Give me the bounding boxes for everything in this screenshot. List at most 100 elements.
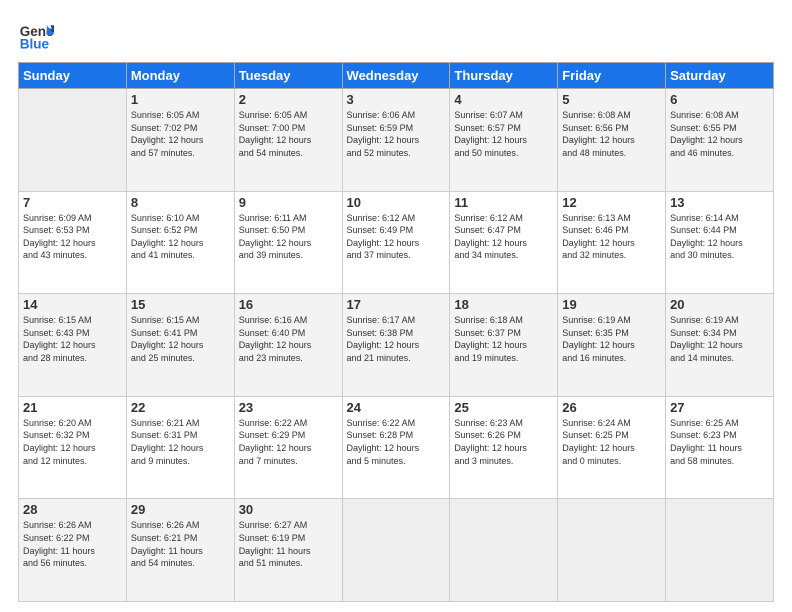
day-cell: 4 Sunrise: 6:07 AMSunset: 6:57 PMDaylight… <box>450 89 558 192</box>
day-cell: 11 Sunrise: 6:12 AMSunset: 6:47 PMDayligh… <box>450 191 558 294</box>
day-cell: 18 Sunrise: 6:18 AMSunset: 6:37 PMDayligh… <box>450 294 558 397</box>
day-number: 20 <box>670 297 769 312</box>
day-cell: 2 Sunrise: 6:05 AMSunset: 7:00 PMDaylight… <box>234 89 342 192</box>
day-cell: 29 Sunrise: 6:26 AMSunset: 6:21 PMDayligh… <box>126 499 234 602</box>
page: General Blue SundayMondayTuesdayWednesda… <box>0 0 792 612</box>
day-number: 27 <box>670 400 769 415</box>
day-number: 30 <box>239 502 338 517</box>
day-cell <box>558 499 666 602</box>
day-number: 18 <box>454 297 553 312</box>
day-header-saturday: Saturday <box>666 63 774 89</box>
day-header-thursday: Thursday <box>450 63 558 89</box>
svg-text:Blue: Blue <box>20 37 50 52</box>
day-cell: 6 Sunrise: 6:08 AMSunset: 6:55 PMDaylight… <box>666 89 774 192</box>
week-row-1: 1 Sunrise: 6:05 AMSunset: 7:02 PMDaylight… <box>19 89 774 192</box>
day-header-wednesday: Wednesday <box>342 63 450 89</box>
day-header-monday: Monday <box>126 63 234 89</box>
day-number: 10 <box>347 195 446 210</box>
day-cell: 3Sunrise: 6:06 AMSunset: 6:59 PMDaylight… <box>342 89 450 192</box>
day-info: Sunrise: 6:05 AMSunset: 7:02 PMDaylight:… <box>131 109 230 159</box>
day-info: Sunrise: 6:08 AMSunset: 6:56 PMDaylight:… <box>562 109 661 159</box>
day-number: 19 <box>562 297 661 312</box>
day-number: 6 <box>670 92 769 107</box>
day-cell: 7Sunrise: 6:09 AMSunset: 6:53 PMDaylight… <box>19 191 127 294</box>
day-info: Sunrise: 6:27 AMSunset: 6:19 PMDaylight:… <box>239 519 338 569</box>
day-info: Sunrise: 6:12 AMSunset: 6:49 PMDaylight:… <box>347 212 446 262</box>
day-info: Sunrise: 6:26 AMSunset: 6:21 PMDaylight:… <box>131 519 230 569</box>
day-cell: 12 Sunrise: 6:13 AMSunset: 6:46 PMDayligh… <box>558 191 666 294</box>
day-number: 2 <box>239 92 338 107</box>
day-info: Sunrise: 6:25 AMSunset: 6:23 PMDaylight:… <box>670 417 769 467</box>
day-number: 9 <box>239 195 338 210</box>
day-cell: 15 Sunrise: 6:15 AMSunset: 6:41 PMDayligh… <box>126 294 234 397</box>
day-cell: 25Sunrise: 6:23 AMSunset: 6:26 PMDayligh… <box>450 396 558 499</box>
day-info: Sunrise: 6:26 AMSunset: 6:22 PMDaylight:… <box>23 519 122 569</box>
day-number: 22 <box>131 400 230 415</box>
day-info: Sunrise: 6:15 AMSunset: 6:41 PMDaylight:… <box>131 314 230 364</box>
day-number: 1 <box>131 92 230 107</box>
calendar-table: SundayMondayTuesdayWednesdayThursdayFrid… <box>18 62 774 602</box>
day-info: Sunrise: 6:24 AMSunset: 6:25 PMDaylight:… <box>562 417 661 467</box>
week-row-2: 7Sunrise: 6:09 AMSunset: 6:53 PMDaylight… <box>19 191 774 294</box>
day-info: Sunrise: 6:05 AMSunset: 7:00 PMDaylight:… <box>239 109 338 159</box>
day-info: Sunrise: 6:22 AMSunset: 6:29 PMDaylight:… <box>239 417 338 467</box>
day-number: 23 <box>239 400 338 415</box>
day-cell: 9 Sunrise: 6:11 AMSunset: 6:50 PMDaylight… <box>234 191 342 294</box>
day-info: Sunrise: 6:12 AMSunset: 6:47 PMDaylight:… <box>454 212 553 262</box>
week-row-4: 21 Sunrise: 6:20 AMSunset: 6:32 PMDayligh… <box>19 396 774 499</box>
day-cell: 21 Sunrise: 6:20 AMSunset: 6:32 PMDayligh… <box>19 396 127 499</box>
day-cell: 14Sunrise: 6:15 AMSunset: 6:43 PMDayligh… <box>19 294 127 397</box>
day-number: 28 <box>23 502 122 517</box>
day-header-tuesday: Tuesday <box>234 63 342 89</box>
day-cell <box>342 499 450 602</box>
day-number: 13 <box>670 195 769 210</box>
day-number: 3 <box>347 92 446 107</box>
day-number: 15 <box>131 297 230 312</box>
day-cell: 1 Sunrise: 6:05 AMSunset: 7:02 PMDaylight… <box>126 89 234 192</box>
day-info: Sunrise: 6:10 AMSunset: 6:52 PMDaylight:… <box>131 212 230 262</box>
day-info: Sunrise: 6:21 AMSunset: 6:31 PMDaylight:… <box>131 417 230 467</box>
day-cell: 20 Sunrise: 6:19 AMSunset: 6:34 PMDayligh… <box>666 294 774 397</box>
day-cell: 10 Sunrise: 6:12 AMSunset: 6:49 PMDayligh… <box>342 191 450 294</box>
day-header-friday: Friday <box>558 63 666 89</box>
day-cell: 8Sunrise: 6:10 AMSunset: 6:52 PMDaylight… <box>126 191 234 294</box>
day-cell: 13 Sunrise: 6:14 AMSunset: 6:44 PMDayligh… <box>666 191 774 294</box>
day-number: 26 <box>562 400 661 415</box>
day-number: 12 <box>562 195 661 210</box>
day-info: Sunrise: 6:15 AMSunset: 6:43 PMDaylight:… <box>23 314 122 364</box>
day-cell: 17Sunrise: 6:17 AMSunset: 6:38 PMDayligh… <box>342 294 450 397</box>
day-info: Sunrise: 6:20 AMSunset: 6:32 PMDaylight:… <box>23 417 122 467</box>
header-row: SundayMondayTuesdayWednesdayThursdayFrid… <box>19 63 774 89</box>
logo-icon: General Blue <box>18 18 54 54</box>
day-cell <box>450 499 558 602</box>
day-info: Sunrise: 6:14 AMSunset: 6:44 PMDaylight:… <box>670 212 769 262</box>
day-number: 24 <box>347 400 446 415</box>
week-row-3: 14Sunrise: 6:15 AMSunset: 6:43 PMDayligh… <box>19 294 774 397</box>
day-number: 4 <box>454 92 553 107</box>
day-number: 25 <box>454 400 553 415</box>
day-cell: 16Sunrise: 6:16 AMSunset: 6:40 PMDayligh… <box>234 294 342 397</box>
day-info: Sunrise: 6:07 AMSunset: 6:57 PMDaylight:… <box>454 109 553 159</box>
day-info: Sunrise: 6:08 AMSunset: 6:55 PMDaylight:… <box>670 109 769 159</box>
week-row-5: 28 Sunrise: 6:26 AMSunset: 6:22 PMDayligh… <box>19 499 774 602</box>
day-cell <box>666 499 774 602</box>
day-cell: 23 Sunrise: 6:22 AMSunset: 6:29 PMDayligh… <box>234 396 342 499</box>
day-cell: 28 Sunrise: 6:26 AMSunset: 6:22 PMDayligh… <box>19 499 127 602</box>
day-cell: 19 Sunrise: 6:19 AMSunset: 6:35 PMDayligh… <box>558 294 666 397</box>
day-info: Sunrise: 6:19 AMSunset: 6:34 PMDaylight:… <box>670 314 769 364</box>
day-number: 17 <box>347 297 446 312</box>
day-info: Sunrise: 6:22 AMSunset: 6:28 PMDaylight:… <box>347 417 446 467</box>
day-number: 11 <box>454 195 553 210</box>
day-number: 7 <box>23 195 122 210</box>
day-cell: 26 Sunrise: 6:24 AMSunset: 6:25 PMDayligh… <box>558 396 666 499</box>
day-info: Sunrise: 6:13 AMSunset: 6:46 PMDaylight:… <box>562 212 661 262</box>
day-number: 21 <box>23 400 122 415</box>
day-number: 29 <box>131 502 230 517</box>
day-info: Sunrise: 6:18 AMSunset: 6:37 PMDaylight:… <box>454 314 553 364</box>
day-info: Sunrise: 6:19 AMSunset: 6:35 PMDaylight:… <box>562 314 661 364</box>
day-info: Sunrise: 6:16 AMSunset: 6:40 PMDaylight:… <box>239 314 338 364</box>
day-info: Sunrise: 6:11 AMSunset: 6:50 PMDaylight:… <box>239 212 338 262</box>
day-cell: 5Sunrise: 6:08 AMSunset: 6:56 PMDaylight… <box>558 89 666 192</box>
day-cell: 27 Sunrise: 6:25 AMSunset: 6:23 PMDayligh… <box>666 396 774 499</box>
day-cell: 24 Sunrise: 6:22 AMSunset: 6:28 PMDayligh… <box>342 396 450 499</box>
